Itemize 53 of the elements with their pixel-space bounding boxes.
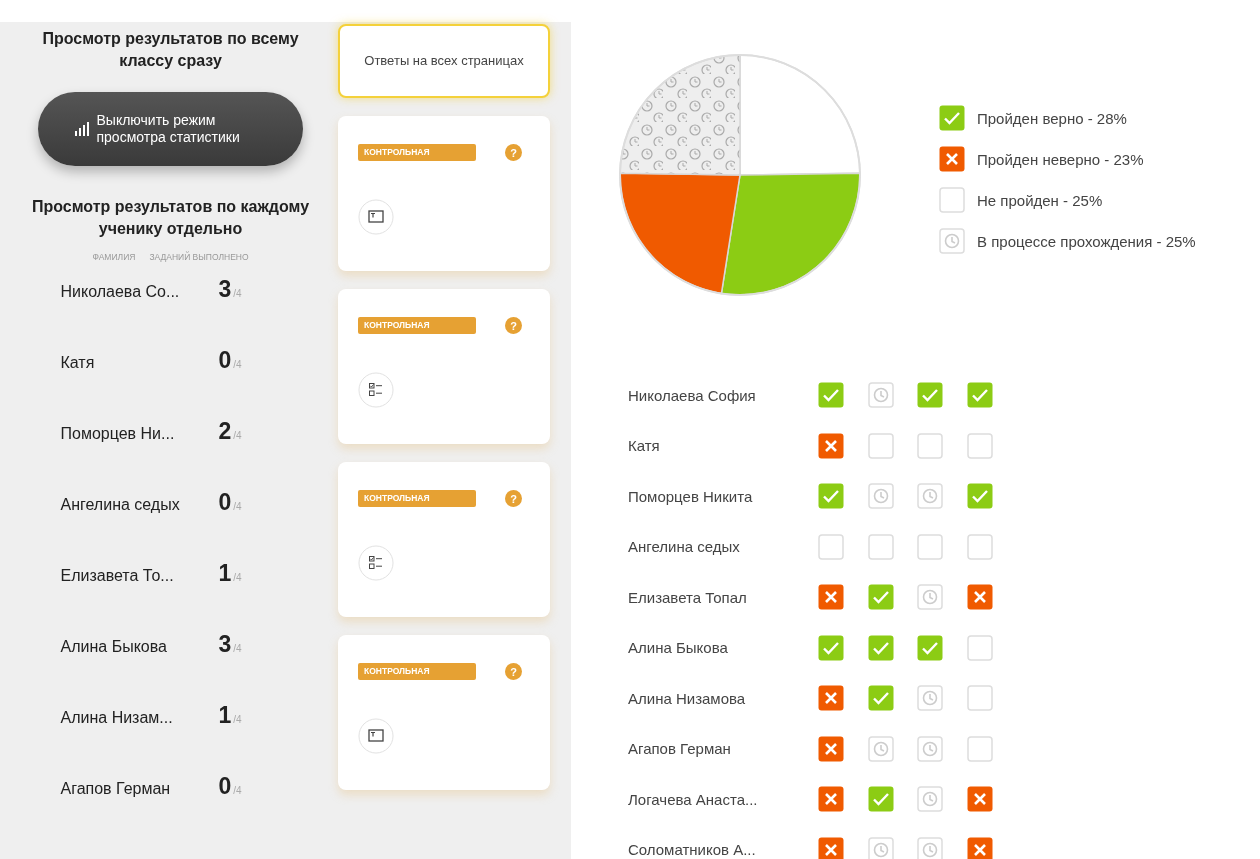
tasks-done-count: 1 bbox=[218, 560, 232, 587]
all-pages-answers-button[interactable]: Ответы на всех страницах bbox=[338, 24, 550, 98]
text-box-icon bbox=[358, 718, 394, 754]
tasks-total: /4 bbox=[233, 288, 242, 299]
student-name[interactable]: Елизавета То... bbox=[60, 567, 219, 585]
student-name: Алина Низамова bbox=[627, 689, 747, 707]
student-name: Агапов Герман bbox=[627, 740, 732, 758]
checklist-icon bbox=[358, 545, 394, 581]
tasks-done-count: 1 bbox=[218, 702, 232, 729]
student-name: Соломатников А... bbox=[627, 841, 757, 859]
bar-chart-icon bbox=[74, 122, 89, 136]
test-badge: КОНТРОЛЬНАЯ bbox=[358, 144, 476, 161]
test-badge: КОНТРОЛЬНАЯ bbox=[358, 317, 476, 334]
tasks-total: /4 bbox=[233, 430, 242, 441]
test-badge: КОНТРОЛЬНАЯ bbox=[358, 490, 476, 507]
student-name: Елизавета Топал bbox=[627, 588, 748, 606]
tasks-total: /4 bbox=[233, 501, 242, 512]
student-name[interactable]: Николаева Со... bbox=[60, 283, 219, 301]
column-header: ФАМИЛИЯ bbox=[92, 252, 136, 262]
stats-mode-button[interactable]: Выключить режим просмотра статистики bbox=[38, 92, 303, 166]
tasks-done-count: 3 bbox=[218, 276, 232, 303]
tasks-total: /4 bbox=[233, 714, 242, 725]
student-name[interactable]: Агапов Герман bbox=[60, 780, 219, 798]
student-name[interactable]: Ангелина седых bbox=[60, 496, 219, 514]
legend-label: Не пройден - 25% bbox=[977, 191, 1103, 209]
tasks-done-count: 3 bbox=[218, 631, 232, 658]
tasks-done-count: 0 bbox=[218, 489, 232, 516]
student-results-heading: Просмотр результатов по каждому ученику отдельно bbox=[30, 197, 311, 239]
legend-label: Пройден неверно - 23% bbox=[977, 150, 1144, 168]
tasks-done-count: 0 bbox=[218, 773, 232, 800]
test-badge: КОНТРОЛЬНАЯ bbox=[358, 663, 476, 680]
class-results-heading: Просмотр результатов по всему классу сразу bbox=[41, 29, 300, 71]
legend-label: Пройден верно - 28% bbox=[977, 109, 1127, 127]
tasks-done-count: 0 bbox=[218, 347, 232, 374]
student-name[interactable]: Катя bbox=[60, 354, 219, 372]
student-name: Алина Быкова bbox=[627, 639, 729, 657]
student-name: Поморцев Никита bbox=[627, 487, 754, 505]
text-box-icon bbox=[358, 199, 394, 235]
student-name[interactable]: Поморцев Ни... bbox=[60, 425, 219, 443]
student-name: Ангелина седых bbox=[627, 538, 741, 556]
tasks-total: /4 bbox=[233, 359, 242, 370]
student-name: Катя bbox=[627, 437, 661, 455]
tasks-total: /4 bbox=[233, 785, 242, 796]
tasks-done-count: 2 bbox=[218, 418, 232, 445]
student-name[interactable]: Алина Быкова bbox=[60, 638, 219, 656]
tasks-total: /4 bbox=[233, 643, 242, 654]
student-name[interactable]: Алина Низам... bbox=[60, 709, 219, 727]
legend-label: В процессе прохождения - 25% bbox=[977, 232, 1196, 250]
student-name: Логачева Анаста... bbox=[627, 790, 759, 808]
column-header: ЗАДАНИЙ ВЫПОЛНЕНО bbox=[149, 252, 249, 262]
student-name: Николаева София bbox=[627, 386, 757, 404]
tasks-total: /4 bbox=[233, 572, 242, 583]
checklist-icon bbox=[358, 372, 394, 408]
